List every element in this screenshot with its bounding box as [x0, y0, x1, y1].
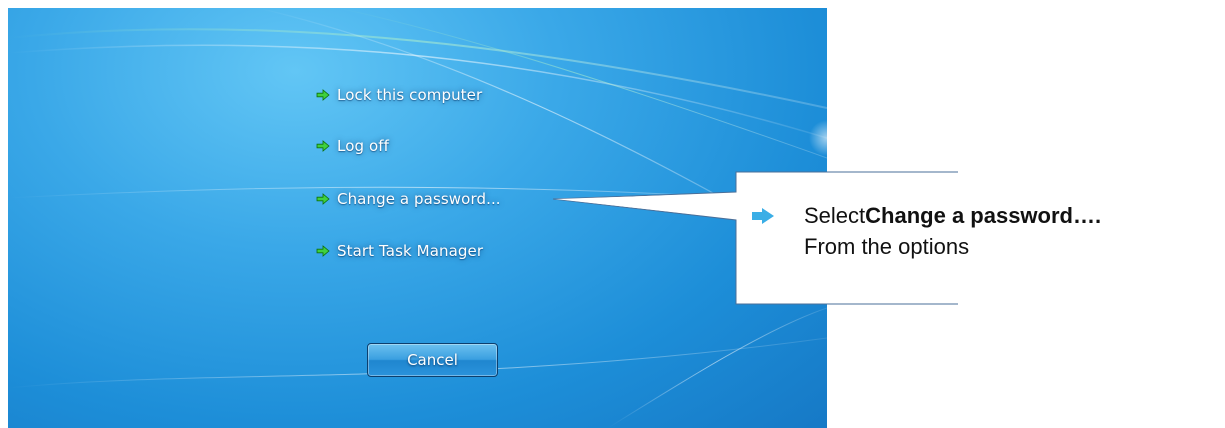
option-log-off[interactable]: Log off — [308, 132, 398, 160]
option-label: Change a password... — [337, 190, 501, 208]
callout-prefix: Select — [804, 203, 866, 228]
secure-desktop-screen: Lock this computer Log off Change a pass… — [8, 8, 827, 428]
green-arrow-icon — [316, 193, 330, 205]
option-start-task-manager[interactable]: Start Task Manager — [308, 237, 492, 265]
option-label: Start Task Manager — [337, 242, 484, 260]
callout-emphasis: Change a password…. — [865, 203, 1102, 228]
blue-arrow-bullet-icon — [752, 207, 774, 224]
green-arrow-icon — [316, 245, 330, 257]
option-label: Lock this computer — [337, 86, 483, 104]
stage: Lock this computer Log off Change a pass… — [0, 0, 1225, 428]
callout-line-2: From the options — [804, 234, 970, 259]
green-arrow-icon — [316, 140, 330, 152]
option-change-password[interactable]: Change a password... — [308, 185, 510, 213]
cancel-button[interactable]: Cancel — [367, 343, 498, 377]
callout-text: Select Change a password…. From the opti… — [750, 200, 1220, 262]
option-label: Log off — [337, 137, 389, 155]
option-lock-computer[interactable]: Lock this computer — [308, 81, 491, 109]
green-arrow-icon — [316, 89, 330, 101]
